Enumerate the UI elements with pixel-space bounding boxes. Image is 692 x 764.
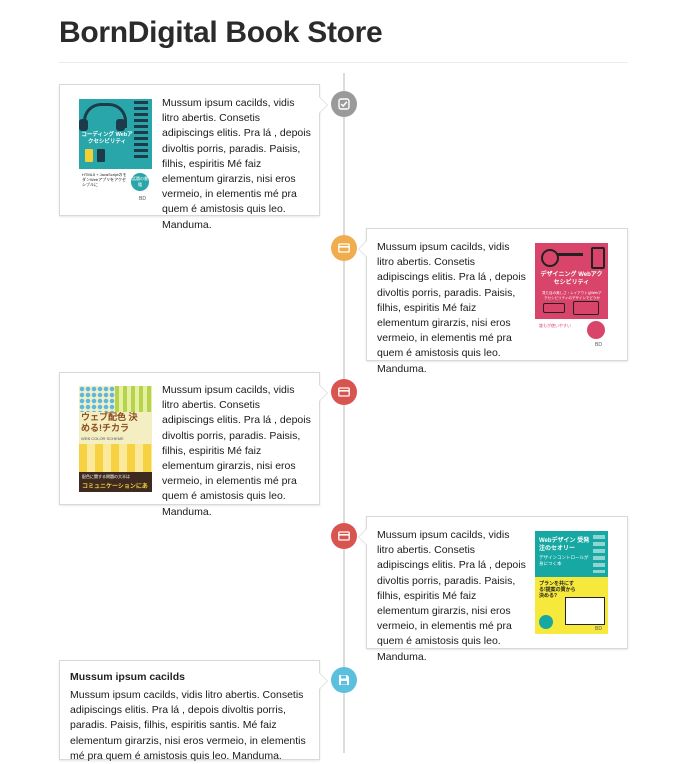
cover-publisher: BD [595, 626, 602, 632]
timeline-card: Mussum ipsum cacilds, vidis litro aberti… [358, 228, 628, 375]
timeline-card: Mussum ipsum cacilds Mussum ipsum cacild… [59, 660, 328, 762]
timeline-marker-card [331, 235, 357, 261]
cover-badge: 話題の書籍 [131, 173, 149, 191]
cover-title: Webデザイン 受発注のセオリー [539, 538, 590, 552]
timeline-line [343, 73, 345, 753]
cover-title: コーディング Webアクセシビリティ [81, 132, 133, 145]
title-divider [59, 62, 628, 63]
cover-badge: 配色に関する問題の大半は [82, 474, 130, 479]
timeline-card: ウェブ配色 決める!チカラ WEB COLOR SCHEME 配色に関する問題の… [59, 372, 328, 518]
card-icon [338, 531, 350, 541]
timeline-marker-save [331, 667, 357, 693]
page-title: BornDigital Book Store [59, 16, 383, 49]
cover-publisher: BD [139, 196, 146, 202]
timeline-card: Mussum ipsum cacilds, vidis litro aberti… [358, 516, 628, 663]
book-cover[interactable]: ウェブ配色 決める!チカラ WEB COLOR SCHEME 配色に関する問題の… [79, 386, 152, 492]
cover-title: デザイニング Webアクセシビリティ [540, 272, 603, 286]
cover-title: ウェブ配色 決める!チカラ [81, 412, 138, 433]
card-icon [338, 243, 350, 253]
card-icon [338, 387, 350, 397]
cover-subtitle: 見た目の美しさ・レイアウトはWebアクセシビリティのデザインでどうか [542, 291, 602, 300]
cover-subtitle: HTML5 + JavaScriptのモダンWebアプリをアクセシブルに [82, 172, 127, 187]
timeline-marker-check [331, 91, 357, 117]
entry-text: Mussum ipsum cacilds, vidis litro aberti… [162, 384, 311, 518]
book-cover[interactable]: コーディング Webアクセシビリティ HTML5 + JavaScriptのモダ… [79, 99, 152, 205]
cover-subtitle: デザインコントロールが身につく本 [539, 555, 589, 566]
book-cover[interactable]: Webデザイン 受発注のセオリー デザインコントロールが身につく本 プランを共に… [535, 531, 608, 634]
cover-badge: 誰もが使いやすい [539, 323, 571, 328]
book-cover[interactable]: デザイニング Webアクセシビリティ 見た目の美しさ・レイアウトはWebアクセシ… [535, 243, 608, 351]
timeline-card: コーディング Webアクセシビリティ HTML5 + JavaScriptのモダ… [59, 84, 328, 231]
entry-text: Mussum ipsum cacilds, vidis litro aberti… [377, 241, 526, 375]
cover-publisher: BD [595, 342, 602, 348]
check-icon [338, 98, 350, 110]
cover-subtitle: WEB COLOR SCHEME [81, 436, 124, 441]
entry-heading: Mussum ipsum cacilds [70, 671, 185, 683]
cover-footer: コミュニケーションにある! [82, 484, 148, 490]
timeline-marker-card [331, 523, 357, 549]
entry-text: Mussum ipsum cacilds, vidis litro aberti… [377, 529, 526, 663]
entry-text: Mussum ipsum cacilds, vidis litro aberti… [70, 689, 306, 762]
entry-text: Mussum ipsum cacilds, vidis litro aberti… [162, 97, 311, 231]
timeline-marker-card [331, 379, 357, 405]
save-icon [339, 675, 349, 685]
